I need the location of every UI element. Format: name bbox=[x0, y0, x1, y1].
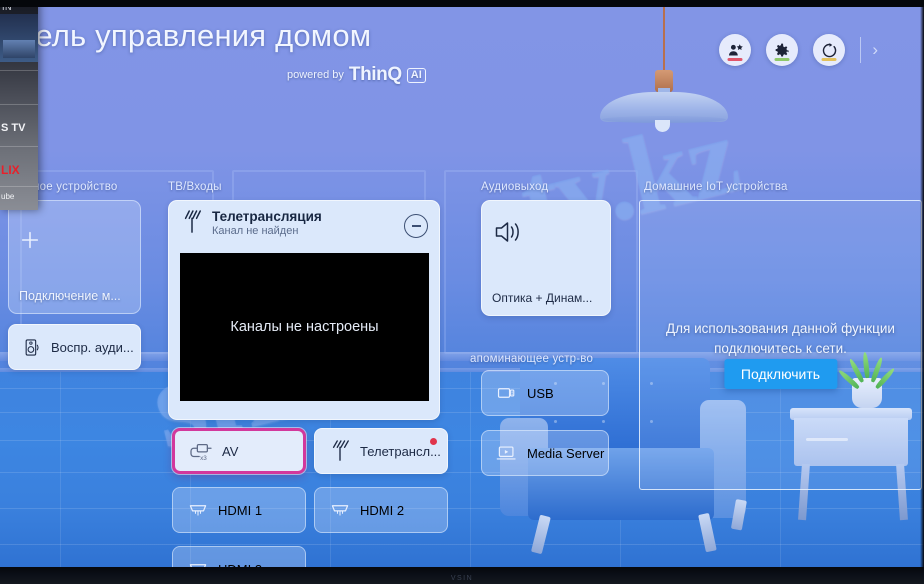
section-label-audio-output: Аудиовыход bbox=[481, 181, 549, 193]
speaker-wave-icon bbox=[495, 222, 519, 242]
home-dashboard: нель управления домом powered by ThinQ A… bbox=[0, 0, 924, 584]
app-rail-item-youtube[interactable]: ube bbox=[0, 192, 38, 201]
tv-brand-logo: VSIN bbox=[450, 575, 474, 582]
app-rail-item-netflix[interactable]: LIX bbox=[0, 163, 38, 177]
input-label-broadcast: Телетрансл... bbox=[360, 443, 441, 459]
tv-card-header: Телетрансляция Канал не найден bbox=[181, 209, 322, 238]
plus-icon bbox=[21, 231, 39, 249]
speaker-box-icon bbox=[25, 338, 39, 356]
media-server-icon bbox=[496, 446, 516, 460]
input-label-hdmi2: HDMI 2 bbox=[360, 502, 405, 518]
tv-card-subtitle: Канал не найден bbox=[212, 225, 299, 237]
ai-badge: AI bbox=[406, 67, 426, 83]
settings-button[interactable] bbox=[766, 34, 799, 66]
antenna-icon bbox=[332, 440, 349, 461]
antenna-icon bbox=[184, 210, 201, 233]
input-label-av: AV bbox=[222, 443, 239, 459]
hdmi-icon bbox=[189, 505, 207, 516]
input-button-av[interactable]: x3 AV bbox=[172, 428, 306, 474]
input-button-hdmi2[interactable]: HDMI 2 bbox=[314, 487, 448, 533]
tv-bezel-top bbox=[0, 0, 924, 7]
header-divider bbox=[860, 37, 862, 63]
iot-connect-button[interactable]: Подключить bbox=[723, 359, 838, 389]
svg-text:x3: x3 bbox=[200, 455, 207, 461]
audio-output-card[interactable]: Оптика + Динам... bbox=[481, 200, 611, 316]
minus-circle-icon[interactable] bbox=[404, 214, 428, 238]
tv-bezel-bottom: VSIN bbox=[0, 567, 924, 584]
tv-preview: Каналы не настроены bbox=[180, 253, 429, 401]
gear-icon bbox=[775, 43, 789, 57]
audio-play-button[interactable]: Воспр. ауди... bbox=[8, 324, 141, 370]
mobile-connect-card[interactable]: Подключение м... bbox=[8, 200, 141, 314]
chevron-right-icon[interactable]: › bbox=[872, 40, 878, 60]
storage-label-media-server: Media Server bbox=[527, 445, 605, 461]
app-rail-preview-thumb[interactable] bbox=[0, 14, 38, 62]
storage-button-usb[interactable]: USB bbox=[481, 370, 609, 416]
av-plug-icon: x3 bbox=[190, 444, 212, 461]
page-title: нель управления домом bbox=[18, 18, 372, 53]
mobile-connect-label: Подключение м... bbox=[19, 289, 121, 303]
storage-label-usb: USB bbox=[527, 385, 554, 401]
app-rail-item-appletv[interactable]: S TV bbox=[0, 122, 38, 134]
hdmi-icon bbox=[331, 505, 349, 516]
power-icon bbox=[822, 42, 837, 57]
section-label-iot: Домашние IoT устройства bbox=[644, 181, 788, 193]
section-label-storage: апоминающее устр-во bbox=[470, 353, 594, 365]
tv-bezel-right bbox=[920, 0, 924, 584]
input-button-hdmi1[interactable]: HDMI 1 bbox=[172, 487, 306, 533]
tv-screen: sklad tv.kz нель управления домом powere… bbox=[0, 0, 924, 584]
tv-broadcast-card[interactable]: Телетрансляция Канал не найден Каналы не… bbox=[168, 200, 440, 420]
new-indicator-dot bbox=[430, 438, 437, 445]
iot-message: Для использования данной функции подключ… bbox=[666, 321, 895, 356]
powered-by-label: powered by bbox=[287, 69, 344, 81]
user-star-icon bbox=[728, 43, 743, 55]
usb-icon bbox=[497, 388, 515, 398]
app-launcher-rail[interactable]: IN S TV LIX ube bbox=[0, 0, 38, 210]
input-button-broadcast[interactable]: Телетрансл... bbox=[314, 428, 448, 474]
header-actions: › bbox=[719, 34, 878, 66]
iot-panel: Для использования данной функции подключ… bbox=[639, 200, 922, 490]
powered-by-thinq: powered by ThinQ AI bbox=[287, 64, 426, 86]
storage-button-media-server[interactable]: Media Server bbox=[481, 430, 609, 476]
user-profile-button[interactable] bbox=[719, 34, 752, 66]
section-label-tv-inputs: ТВ/Входы bbox=[168, 181, 222, 193]
audio-play-label: Воспр. ауди... bbox=[51, 339, 134, 355]
tv-card-title: Телетрансляция bbox=[212, 209, 322, 224]
thinq-logo: ThinQ bbox=[348, 64, 402, 85]
power-button[interactable] bbox=[813, 34, 846, 66]
audio-output-label: Оптика + Динам... bbox=[492, 291, 593, 305]
tv-preview-message: Каналы не настроены bbox=[230, 319, 379, 335]
input-label-hdmi1: HDMI 1 bbox=[218, 502, 263, 518]
